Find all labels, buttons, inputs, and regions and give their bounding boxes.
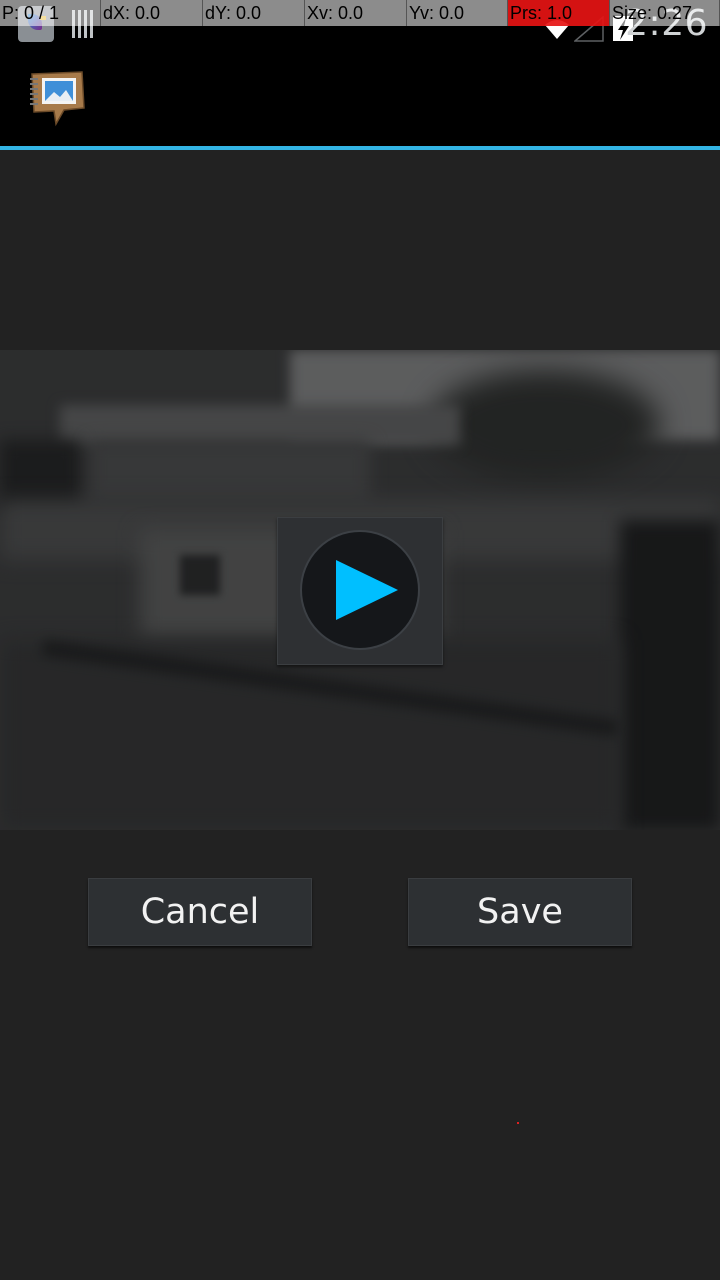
action-bar — [0, 50, 720, 150]
overlay-xv: Xv: 0.0 — [305, 0, 407, 26]
overlay-pressure: Prs: 1.0 — [508, 0, 610, 26]
action-bar-divider — [0, 146, 720, 150]
overlay-yv: Yv: 0.0 — [407, 0, 508, 26]
play-circle — [300, 530, 420, 650]
album-notebook-icon[interactable] — [26, 68, 88, 128]
pointer-location-overlay: P: 0 / 1 dX: 0.0 dY: 0.0 Xv: 0.0 Yv: 0.0… — [0, 0, 720, 26]
overlay-dx: dX: 0.0 — [101, 0, 203, 26]
play-icon — [336, 560, 398, 620]
overlay-pointer-count: P: 0 / 1 — [0, 0, 101, 26]
overlay-size: Size: 0.27 — [610, 0, 720, 26]
touch-marker — [517, 1122, 519, 1124]
save-button[interactable]: Save — [408, 878, 632, 946]
cancel-button[interactable]: Cancel — [88, 878, 312, 946]
overlay-dy: dY: 0.0 — [203, 0, 305, 26]
play-button[interactable] — [277, 517, 443, 665]
